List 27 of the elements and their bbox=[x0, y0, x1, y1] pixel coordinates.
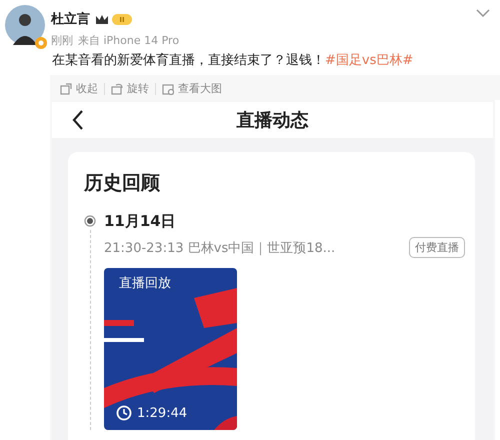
rotate-icon bbox=[111, 82, 123, 94]
entry-date: 11月14日 bbox=[104, 212, 177, 231]
chevron-down-icon[interactable] bbox=[476, 9, 490, 17]
hashtag-link[interactable]: #国足vs巴林# bbox=[325, 53, 414, 68]
post-text: 在某音看的新爱体育直播，直接结束了？退钱！#国足vs巴林# bbox=[52, 52, 414, 69]
avatar[interactable] bbox=[5, 5, 45, 45]
timeline-dot-icon bbox=[84, 215, 96, 227]
post-source: 来自 iPhone 14 Pro bbox=[78, 33, 180, 48]
video-thumbnail[interactable]: 直播回放 1:29:44 bbox=[104, 268, 237, 430]
action-button[interactable]: 收起 bbox=[54, 81, 104, 96]
back-icon[interactable] bbox=[72, 110, 84, 130]
collapse-icon bbox=[60, 82, 72, 94]
author-name[interactable]: 杜立言 bbox=[51, 10, 90, 28]
entry-detail: 21:30-23:13 巴林vs中国｜世亚预18... bbox=[104, 240, 336, 256]
clock-icon bbox=[116, 405, 132, 421]
paid-tag: 付费直播 bbox=[409, 237, 465, 258]
post-time: 刚刚 bbox=[51, 33, 73, 48]
crown-icon bbox=[95, 14, 109, 24]
action-button[interactable]: 旋转 bbox=[105, 81, 155, 96]
page-title: 直播动态 bbox=[236, 109, 308, 132]
image-icon bbox=[162, 82, 174, 94]
verified-icon bbox=[35, 37, 47, 49]
level-badge-icon bbox=[112, 14, 132, 24]
video-duration: 1:29:44 bbox=[137, 406, 188, 420]
section-title: 历史回顾 bbox=[84, 171, 161, 196]
action-button[interactable]: 查看大图 bbox=[156, 81, 228, 96]
replay-label: 直播回放 bbox=[119, 275, 171, 292]
